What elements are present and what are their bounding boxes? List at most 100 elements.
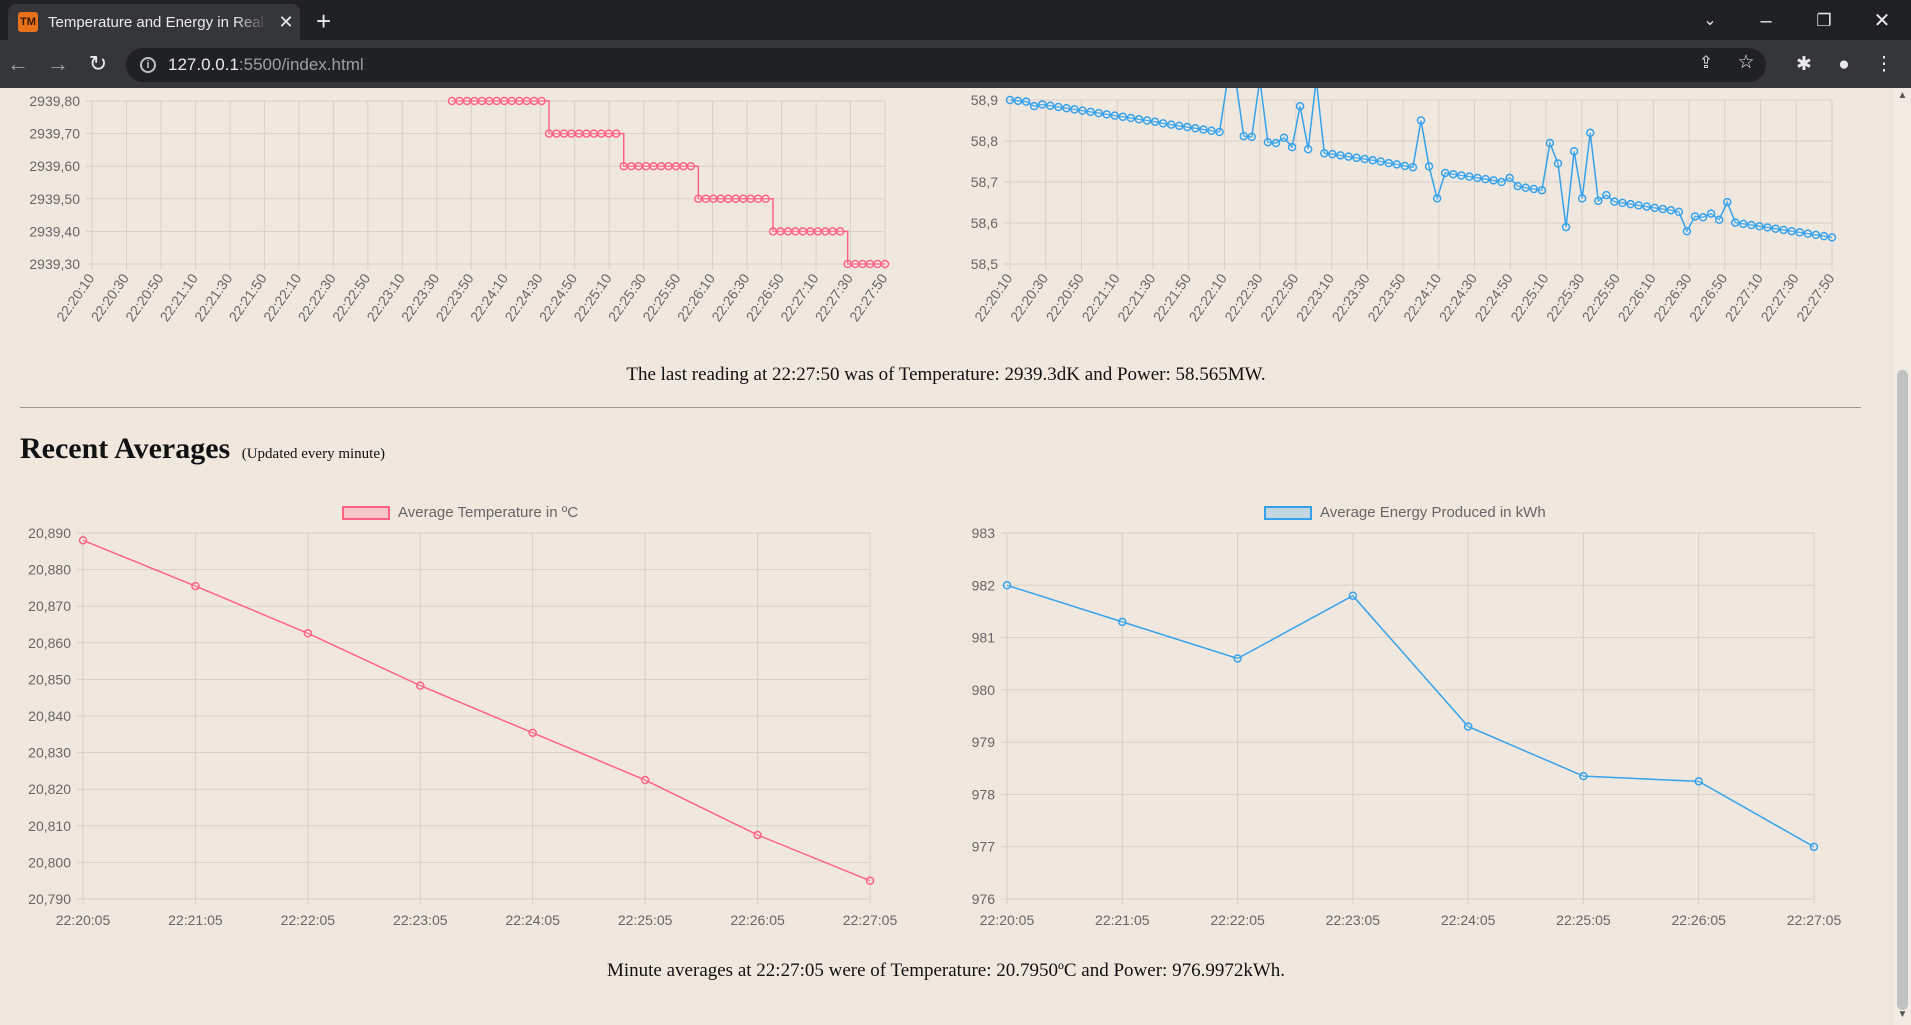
data-point: [768, 227, 778, 236]
data-point: [1553, 159, 1563, 168]
data-point: [1626, 199, 1635, 209]
y-tick-label: 20,800: [28, 854, 71, 870]
data-point: [537, 96, 546, 106]
data-point: [1166, 120, 1176, 129]
x-tick-label: 22:25:05: [618, 912, 673, 928]
data-point: [559, 129, 569, 138]
menu-icon[interactable]: ⋮: [1870, 52, 1898, 78]
data-point: [865, 876, 875, 885]
data-point: [619, 161, 628, 171]
url-host: 127.0.0.1: [168, 55, 239, 74]
data-point: [880, 259, 890, 269]
data-point: [1392, 160, 1402, 169]
avg-temperature-legend[interactable]: Average Temperature in ºC: [342, 504, 578, 521]
reload-button[interactable]: ↻: [82, 48, 114, 80]
extensions-icon[interactable]: ✱: [1790, 52, 1818, 78]
data-point: [865, 259, 875, 269]
scroll-up-arrow-icon[interactable]: ▲: [1894, 90, 1911, 101]
tab-title: Temperature and Energy in Real Time: [48, 13, 268, 31]
y-tick-label: 976: [972, 891, 996, 907]
data-point: [1118, 617, 1127, 627]
data-point: [1694, 777, 1703, 786]
data-point: [1827, 233, 1837, 242]
scroll-down-arrow-icon[interactable]: ▼: [1894, 1009, 1911, 1020]
data-point: [1376, 157, 1385, 166]
series-line: [1006, 584, 1815, 848]
data-point: [1408, 162, 1418, 172]
data-point: [1094, 108, 1103, 118]
minimize-button[interactable]: –: [1746, 6, 1786, 36]
x-tick-label: 22:22:05: [1210, 912, 1265, 928]
back-button[interactable]: ←: [2, 48, 34, 80]
data-point: [1537, 185, 1547, 195]
x-tick-label: 22:22:05: [281, 912, 336, 928]
data-point: [1279, 133, 1289, 142]
y-tick-label: 978: [972, 786, 996, 802]
data-point: [1755, 222, 1764, 231]
data-point: [813, 227, 823, 236]
y-tick-label: 2939,70: [29, 126, 80, 142]
data-point: [731, 194, 740, 204]
y-tick-label: 20,820: [28, 781, 71, 797]
data-point: [1207, 126, 1216, 135]
data-point: [1239, 131, 1248, 141]
data-point: [1046, 101, 1055, 110]
data-point: [1062, 103, 1071, 113]
data-point: [701, 194, 711, 204]
data-point: [1021, 97, 1031, 106]
y-tick-label: 58,7: [971, 174, 998, 190]
x-tick-label: 22:26:05: [1671, 912, 1726, 928]
x-tick-label: 22:24:05: [1441, 912, 1496, 928]
data-point: [1809, 842, 1819, 852]
data-point: [1771, 224, 1780, 233]
data-point: [1054, 102, 1063, 112]
x-tick-label: 22:24:05: [505, 912, 560, 928]
data-point: [1618, 198, 1627, 208]
scrollbar-thumb[interactable]: [1897, 370, 1908, 1010]
bookmark-star-icon[interactable]: ☆: [1732, 50, 1760, 76]
tab-search-icon[interactable]: ⌄: [1690, 6, 1730, 36]
y-tick-label: 20,840: [28, 708, 71, 724]
profile-icon[interactable]: ●: [1830, 52, 1858, 78]
data-point: [1497, 177, 1506, 187]
data-point: [582, 129, 591, 138]
y-tick-label: 977: [972, 839, 996, 855]
data-point: [447, 96, 457, 106]
restore-button[interactable]: ❐: [1804, 6, 1844, 36]
data-point: [514, 96, 524, 106]
data-point: [1086, 107, 1095, 117]
site-info-icon[interactable]: i: [140, 57, 156, 73]
x-tick-label: 22:21:05: [168, 912, 223, 928]
data-point: [1002, 581, 1012, 590]
data-point: [1731, 218, 1740, 227]
address-bar[interactable]: i 127.0.0.1:5500/index.html ⇪ ☆: [126, 48, 1766, 82]
forward-button[interactable]: →: [42, 48, 74, 80]
legend-label: Average Temperature in ºC: [398, 504, 579, 521]
data-point: [1263, 137, 1273, 147]
browser-tab[interactable]: TM Temperature and Energy in Real Time ✕: [8, 4, 300, 40]
window-close-button[interactable]: ✕: [1862, 6, 1902, 36]
series-line: [452, 100, 885, 265]
y-tick-label: 58,5: [971, 256, 998, 272]
x-tick-label: 22:20:05: [56, 912, 111, 928]
data-point: [1763, 223, 1772, 232]
data-point: [1779, 225, 1788, 235]
avg-energy-legend[interactable]: Average Energy Produced in kWh: [1264, 504, 1546, 521]
share-icon[interactable]: ⇪: [1692, 50, 1720, 76]
data-point: [1545, 138, 1555, 148]
data-point: [1320, 149, 1329, 158]
y-tick-label: 2939,60: [29, 158, 80, 174]
x-tick-label: 22:26:05: [730, 912, 785, 928]
close-tab-icon[interactable]: ✕: [276, 12, 296, 33]
data-point: [679, 161, 688, 171]
new-tab-button[interactable]: +: [316, 6, 331, 36]
data-point: [649, 161, 658, 171]
data-point: [1819, 231, 1829, 241]
data-point: [835, 227, 845, 236]
data-point: [604, 129, 614, 138]
avg-energy-chart: 983 982 981 980 979 978 977 976 22:20:05 22:21:05…: [972, 525, 1842, 928]
browser-tab-strip: TM Temperature and Energy in Real Time ✕…: [0, 0, 1911, 40]
data-point: [485, 96, 494, 106]
y-tick-label: 2939,50: [29, 191, 80, 207]
data-point: [1579, 771, 1588, 781]
